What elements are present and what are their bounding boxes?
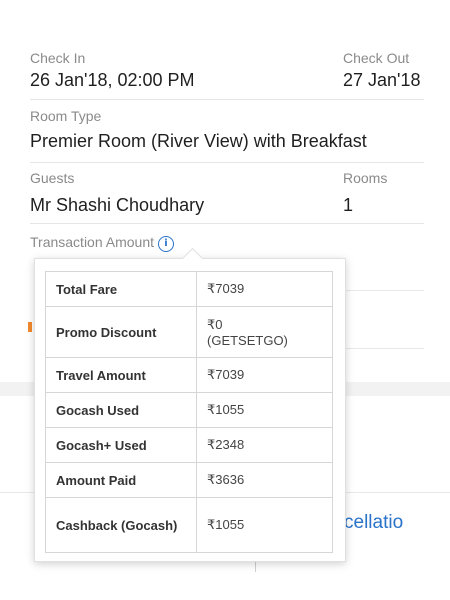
table-row: Promo Discount ₹0 (GETSETGO)	[45, 306, 333, 358]
fare-value: ₹7039	[196, 357, 333, 393]
fare-value: ₹1055	[196, 392, 333, 428]
fare-label: Promo Discount	[45, 306, 197, 358]
info-icon[interactable]: i	[158, 236, 174, 252]
check-in-label: Check In	[30, 50, 86, 66]
table-row: Travel Amount ₹7039	[45, 357, 333, 393]
table-row: Gocash Used ₹1055	[45, 392, 333, 428]
popover-caret	[181, 247, 204, 270]
fare-breakup-popover: Total Fare ₹7039 Promo Discount ₹0 (GETS…	[34, 247, 346, 562]
check-out-value: 27 Jan'18	[343, 70, 421, 90]
fare-label: Cashback (Gocash)	[45, 497, 197, 553]
fare-value: ₹2348	[196, 427, 333, 463]
cancellation-link[interactable]: cellatio	[344, 512, 425, 534]
room-type-label: Room Type	[30, 108, 102, 124]
fare-value-cell: ₹0 (GETSETGO)	[196, 306, 333, 358]
background-divider	[344, 348, 424, 349]
rooms-label: Rooms	[343, 170, 388, 186]
check-out-label: Check Out	[343, 50, 410, 66]
guests-value: Mr Shashi Choudhary	[30, 195, 205, 215]
fare-breakup-table: Total Fare ₹7039 Promo Discount ₹0 (GETS…	[45, 271, 333, 553]
background-divider	[344, 290, 424, 291]
background-orange-mark	[28, 322, 32, 332]
divider	[30, 162, 424, 163]
divider	[30, 99, 424, 100]
transaction-amount-label: Transaction Amount i	[30, 234, 174, 252]
fare-label: Total Fare	[45, 271, 197, 307]
rooms-value: 1	[343, 195, 354, 215]
fare-label: Gocash Used	[45, 392, 197, 428]
fare-value: ₹1055	[196, 497, 333, 553]
fare-value: ₹3636	[196, 462, 333, 498]
room-type-value: Premier Room (River View) with Breakfast	[30, 131, 367, 151]
fare-label: Gocash+ Used	[45, 427, 197, 463]
transaction-amount-text: Transaction Amount	[30, 234, 154, 250]
table-row: Cashback (Gocash) ₹1055	[45, 497, 333, 553]
promo-code: (GETSETGO)	[207, 332, 288, 348]
table-row: Gocash+ Used ₹2348	[45, 427, 333, 463]
table-row: Total Fare ₹7039	[45, 271, 333, 307]
table-row: Amount Paid ₹3636	[45, 462, 333, 498]
guests-label: Guests	[30, 170, 75, 186]
check-in-value: 26 Jan'18, 02:00 PM	[30, 70, 195, 90]
fare-value: ₹7039	[196, 271, 333, 307]
fare-label: Travel Amount	[45, 357, 197, 393]
divider	[30, 223, 424, 224]
fare-value: ₹0	[207, 316, 223, 332]
fare-label: Amount Paid	[45, 462, 197, 498]
